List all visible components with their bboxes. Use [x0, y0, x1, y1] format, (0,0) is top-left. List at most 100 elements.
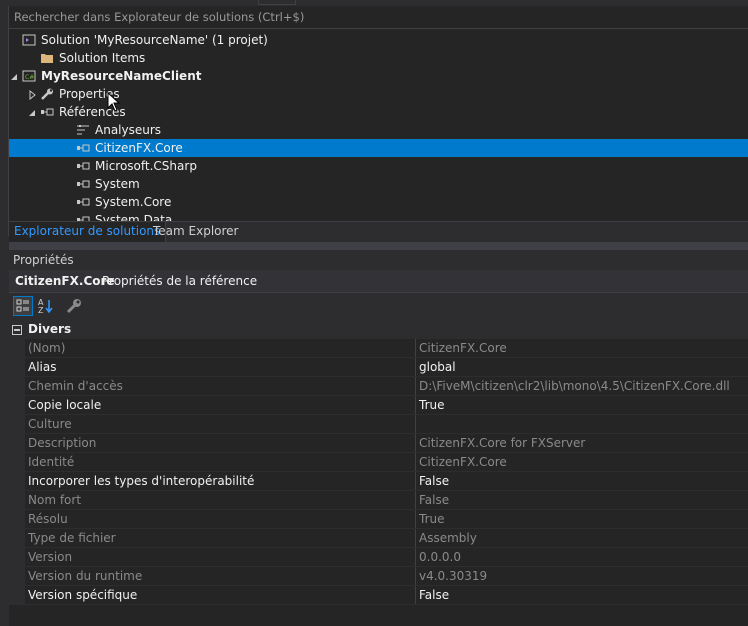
property-name: Description	[28, 436, 97, 450]
object-description: Propriétés de la référence	[102, 274, 258, 288]
tree-item[interactable]: Microsoft.CSharp	[9, 157, 748, 175]
property-value[interactable]: True	[419, 398, 445, 412]
csharp-project-icon: C#	[22, 70, 36, 82]
property-name: Identité	[28, 455, 75, 469]
property-name: Version du runtime	[28, 569, 143, 583]
property-value: CitizenFX.Core for FXServer	[419, 436, 586, 450]
object-name: CitizenFX.Core	[15, 274, 115, 288]
expanded-arrow-icon[interactable]	[27, 107, 37, 117]
tree-item[interactable]: System.Core	[9, 193, 748, 211]
property-value: Assembly	[419, 531, 477, 545]
property-row[interactable]: Version spécifique False	[9, 586, 748, 605]
tab-solution-explorer[interactable]: Explorateur de solutions	[9, 222, 167, 242]
property-value[interactable]: global	[419, 360, 456, 374]
property-name: (Nom)	[28, 341, 66, 355]
tree-item[interactable]: CitizenFX.Core	[9, 139, 748, 157]
property-name: Alias	[28, 360, 57, 374]
property-row[interactable]: Copie locale True	[9, 396, 748, 415]
property-name: Type de fichier	[28, 531, 116, 545]
alphabetical-icon: A Z	[38, 298, 53, 315]
collapse-icon[interactable]	[12, 325, 22, 335]
property-value[interactable]: False	[419, 474, 449, 488]
reference-icon	[76, 160, 90, 172]
properties-header: Propriétés	[9, 250, 748, 270]
property-value: True	[419, 512, 445, 526]
tree-item-label: CitizenFX.Core	[95, 141, 183, 155]
properties-title: Propriétés	[13, 253, 74, 267]
category-label: Divers	[28, 322, 72, 336]
tab-team-explorer[interactable]: Team Explorer	[148, 222, 244, 242]
svg-text:C#: C#	[25, 74, 34, 81]
property-name: Résolu	[28, 512, 68, 526]
tree-item[interactable]: Analyseurs	[9, 121, 748, 139]
tree-item-label: Solution Items	[59, 51, 146, 65]
wrench-icon	[40, 88, 54, 100]
expanded-arrow-icon[interactable]	[9, 71, 19, 81]
property-name: Incorporer les types d'interopérabilité	[28, 474, 255, 488]
reference-icon	[76, 196, 90, 208]
property-row[interactable]: Description CitizenFX.Core for FXServer	[9, 434, 748, 453]
panel-splitter[interactable]	[9, 242, 748, 250]
tree-item-label: System.Data	[95, 213, 173, 221]
tree-item-label: System.Core	[95, 195, 172, 209]
property-value[interactable]: False	[419, 588, 449, 602]
property-grid: Divers (Nom) CitizenFX.Core Alias global Che…	[9, 320, 748, 626]
analyzers-icon	[76, 124, 90, 136]
property-row[interactable]: Nom fort False	[9, 491, 748, 510]
property-row[interactable]: Résolu True	[9, 510, 748, 529]
property-row[interactable]: Identité CitizenFX.Core	[9, 453, 748, 472]
solution-icon	[22, 34, 36, 46]
property-value: CitizenFX.Core	[419, 341, 507, 355]
tree-item-label: Microsoft.CSharp	[95, 159, 197, 173]
property-name: Version	[28, 550, 73, 564]
categorized-icon	[16, 299, 29, 312]
alphabetical-button[interactable]: A Z	[36, 296, 56, 316]
mouse-cursor-icon	[107, 92, 121, 112]
search-input-placeholder[interactable]: Rechercher dans Explorateur de solutions…	[14, 10, 304, 24]
solution-explorer-tabs: Explorateur de solutions Team Explorer	[9, 221, 748, 242]
property-name: Nom fort	[28, 493, 82, 507]
solution-explorer-tree: Solution 'MyResourceName' (1 projet) Solu…	[9, 29, 748, 221]
svg-text:Z: Z	[38, 306, 44, 315]
property-row[interactable]: Type de fichier Assembly	[9, 529, 748, 548]
reference-icon	[76, 142, 90, 154]
properties-toolbar: A Z	[9, 293, 748, 319]
property-pages-icon	[66, 299, 81, 314]
properties-object-selector[interactable]: CitizenFX.Core Propriétés de la référenc…	[9, 270, 748, 293]
tree-item-label: Analyseurs	[95, 123, 162, 137]
folder-icon	[40, 52, 54, 64]
property-pages-button[interactable]	[64, 296, 84, 316]
property-name: Copie locale	[28, 398, 102, 412]
property-value: CitizenFX.Core	[419, 455, 507, 469]
tree-item-label: MyResourceNameClient	[41, 69, 202, 83]
property-row[interactable]: Chemin d'accès D:\FiveM\citizen\clr2\lib\…	[9, 377, 748, 396]
property-row[interactable]: Culture	[9, 415, 748, 434]
property-name: Version spécifique	[28, 588, 138, 602]
tree-item-label: System	[95, 177, 140, 191]
property-row[interactable]: Version 0.0.0.0	[9, 548, 748, 567]
solution-explorer-search[interactable]: Rechercher dans Explorateur de solutions…	[9, 6, 748, 29]
property-row[interactable]: Incorporer les types d'interopérabilité F…	[9, 472, 748, 491]
property-value: 0.0.0.0	[419, 550, 461, 564]
tree-item[interactable]: Solution Items	[9, 49, 748, 67]
property-row[interactable]: Alias global	[9, 358, 748, 377]
property-name: Chemin d'accès	[28, 379, 123, 393]
property-value: False	[419, 493, 450, 507]
tree-item[interactable]: System	[9, 175, 748, 193]
category-divers[interactable]: Divers	[9, 320, 748, 339]
tree-item[interactable]: System.Data	[9, 211, 748, 221]
references-icon	[40, 106, 54, 118]
window-tab-edge[interactable]	[258, 0, 296, 5]
reference-icon	[76, 214, 90, 221]
left-edge	[0, 6, 9, 626]
property-value: v4.0.30319	[419, 569, 488, 583]
property-value: D:\FiveM\citizen\clr2\lib\mono\4.5\Citiz…	[419, 379, 730, 393]
collapsed-arrow-icon[interactable]	[27, 89, 37, 101]
property-row[interactable]: (Nom) CitizenFX.Core	[9, 339, 748, 358]
reference-icon	[76, 178, 90, 190]
property-row[interactable]: Version du runtime v4.0.30319	[9, 567, 748, 586]
tree-item[interactable]: C# MyResourceNameClient	[9, 67, 748, 85]
tree-item[interactable]: Solution 'MyResourceName' (1 projet)	[9, 31, 748, 49]
tree-item-label: Solution 'MyResourceName' (1 projet)	[41, 33, 268, 47]
categorized-button[interactable]	[13, 296, 33, 316]
